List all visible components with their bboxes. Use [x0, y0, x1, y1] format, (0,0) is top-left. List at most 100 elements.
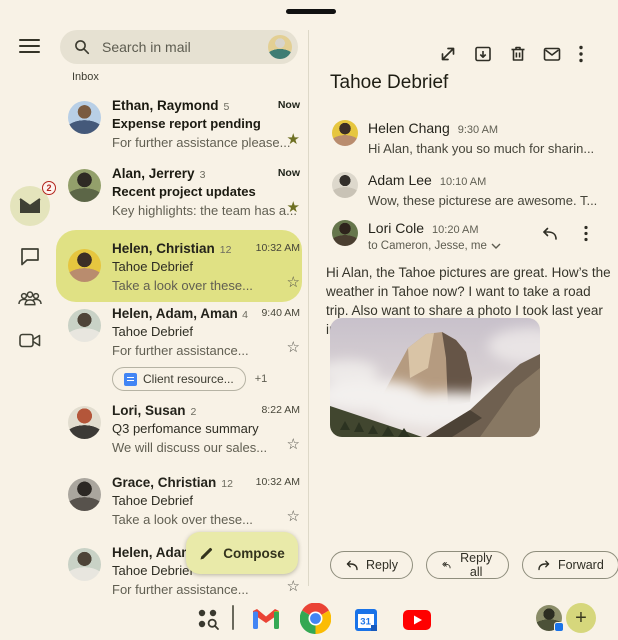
- avatar: [68, 548, 101, 581]
- star-icon[interactable]: ☆: [287, 340, 300, 355]
- email-row[interactable]: Alan, Jerrery3Now Recent project updates…: [56, 166, 302, 220]
- message-collapsed[interactable]: Adam Lee 10:10 AM Wow, these picturese ar…: [332, 172, 597, 208]
- avatar: [332, 172, 358, 198]
- more-vert-icon[interactable]: [583, 224, 589, 243]
- star-icon[interactable]: ☆: [287, 275, 300, 290]
- email-sender: Alan, Jerrery: [112, 166, 195, 181]
- star-icon[interactable]: ★: [287, 132, 300, 147]
- gmail-app-icon[interactable]: [253, 609, 279, 629]
- chevron-down-icon[interactable]: [491, 243, 501, 249]
- avatar: [332, 220, 358, 246]
- email-row[interactable]: Ethan, Raymond5Now Expense report pendin…: [56, 98, 302, 152]
- email-count: 12: [220, 244, 232, 256]
- email-row[interactable]: Helen, Adam, Amanda 4 9:40 AM Tahoe Debrie…: [56, 306, 302, 391]
- archive-icon[interactable]: [473, 44, 493, 64]
- message-snippet: Hi Alan, thank you so much for sharin...: [368, 141, 594, 156]
- reply-icon: [345, 558, 359, 572]
- email-time: 8:22 AM: [261, 404, 300, 416]
- avatar: [68, 169, 101, 202]
- email-time: 10:32 AM: [256, 476, 300, 488]
- photo-attachment[interactable]: [330, 318, 540, 437]
- star-icon[interactable]: ☆: [287, 579, 300, 594]
- star-icon[interactable]: ★: [287, 200, 300, 215]
- email-sender: Lori, Susan: [112, 403, 186, 418]
- message-collapsed[interactable]: Helen Chang 9:30 AM Hi Alan, thank you so…: [332, 120, 594, 156]
- taskbar-profile-avatar[interactable]: [536, 605, 562, 631]
- message-sender: Helen Chang: [368, 120, 450, 136]
- email-row[interactable]: Grace, Christian1210:32 AM Tahoe Debrief…: [56, 475, 302, 529]
- avatar: [68, 406, 101, 439]
- avatar: [68, 478, 101, 511]
- message-time: 9:30 AM: [458, 124, 498, 136]
- message-sender: Adam Lee: [368, 172, 432, 188]
- forward-button[interactable]: Forward: [522, 551, 618, 579]
- email-count: 5: [224, 101, 230, 113]
- chat-icon: [20, 247, 40, 266]
- profile-avatar[interactable]: [268, 35, 292, 59]
- menu-icon[interactable]: [19, 39, 40, 53]
- reply-button[interactable]: Reply: [330, 551, 413, 579]
- email-time: 9:40 AM: [261, 307, 300, 319]
- new-window-button[interactable]: +: [566, 603, 596, 633]
- email-count: 4: [242, 309, 248, 321]
- email-snippet: Take a look over these...: [112, 512, 253, 527]
- email-snippet: For further assistance please...: [112, 135, 290, 150]
- sidebar-item-spaces[interactable]: [10, 278, 50, 318]
- email-time: Now: [278, 99, 300, 111]
- pencil-icon: [199, 546, 214, 561]
- email-time: 10:32 AM: [256, 242, 300, 254]
- inbox-section-label: Inbox: [72, 71, 99, 83]
- email-sender: Grace, Christian: [112, 475, 216, 490]
- message-time: 10:10 AM: [440, 176, 486, 188]
- attachment-more-count: +1: [255, 373, 268, 385]
- avatar: [68, 309, 101, 342]
- email-subject: Recent project updates: [112, 184, 302, 199]
- star-icon[interactable]: ☆: [287, 509, 300, 524]
- email-subject: Expense report pending: [112, 116, 302, 131]
- message-expanded-header[interactable]: Lori Cole10:20 AM to Cameron, Jesse, me: [332, 220, 501, 252]
- groups-icon: [17, 290, 43, 307]
- sidebar-item-meet[interactable]: [10, 320, 50, 360]
- search-placeholder: Search in mail: [102, 39, 268, 55]
- thread-subject: Tahoe Debrief: [330, 72, 448, 94]
- star-icon[interactable]: ☆: [287, 437, 300, 452]
- notification-badge: [554, 622, 564, 632]
- reply-all-icon: [441, 558, 451, 572]
- email-snippet: For further assistance...: [112, 343, 249, 358]
- reply-all-button[interactable]: Reply all: [426, 551, 509, 579]
- youtube-app-icon[interactable]: [403, 610, 431, 630]
- search-input[interactable]: Search in mail: [60, 30, 298, 64]
- email-count: 12: [221, 478, 233, 490]
- email-snippet: We will discuss our sales...: [112, 440, 267, 455]
- docs-icon: [124, 373, 137, 386]
- email-row-selected[interactable]: Helen, Christian1210:32 AM Tahoe Debrief…: [56, 230, 302, 302]
- message-time: 10:20 AM: [432, 224, 478, 236]
- open-in-full-icon[interactable]: [438, 44, 458, 64]
- email-sender: Helen, Christian: [112, 241, 215, 256]
- email-count: 2: [191, 406, 197, 418]
- sidebar-item-chat[interactable]: [10, 236, 50, 276]
- email-snippet: For further assistance...: [112, 582, 249, 597]
- sidebar-item-mail[interactable]: 2: [10, 186, 50, 226]
- app-search-icon[interactable]: [196, 607, 220, 631]
- mail-unread-icon[interactable]: [542, 44, 562, 64]
- svg-text:31: 31: [360, 617, 371, 628]
- email-row[interactable]: Lori, Susan28:22 AM Q3 perfomance summar…: [56, 403, 302, 457]
- email-subject: Tahoe Debrief: [112, 324, 302, 339]
- calendar-app-icon[interactable]: 31: [355, 609, 377, 631]
- gesture-handle[interactable]: [286, 9, 336, 14]
- gmail-tablet-screen: Search in mail Inbox 2 Ethan, Raymond5No…: [0, 0, 618, 640]
- attachment-chip[interactable]: Client resource...: [112, 367, 246, 391]
- attachment-name: Client resource...: [143, 372, 234, 386]
- yosemite-image: [330, 318, 540, 437]
- message-snippet: Wow, these picturese are awesome. T...: [368, 193, 597, 208]
- delete-icon[interactable]: [508, 44, 528, 64]
- reply-icon[interactable]: [540, 224, 559, 243]
- more-vert-icon[interactable]: [578, 44, 584, 64]
- video-icon: [19, 333, 41, 348]
- compose-button[interactable]: Compose: [186, 532, 298, 574]
- email-snippet: Take a look over these...: [112, 278, 253, 293]
- email-snippet: Key highlights: the team has a...: [112, 203, 297, 218]
- email-sender: Helen, Adam, Amanda: [112, 306, 237, 321]
- chrome-app-icon[interactable]: [300, 603, 331, 634]
